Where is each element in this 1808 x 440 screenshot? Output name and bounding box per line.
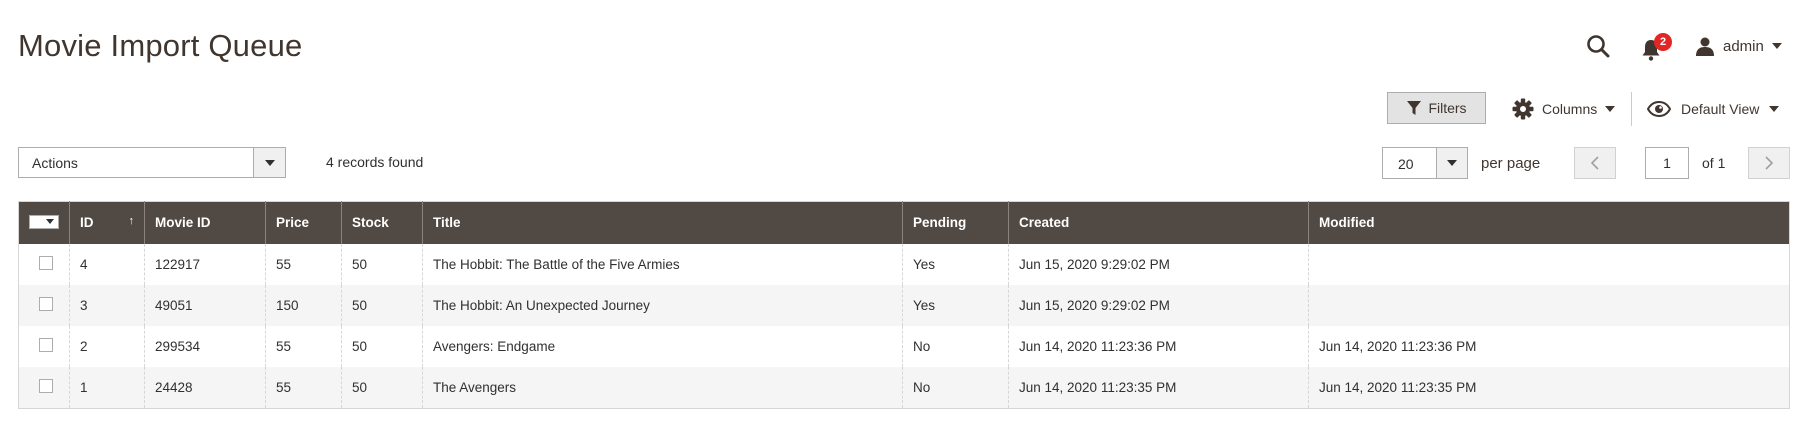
table-row: 2 299534 55 50 Avengers: Endgame No Jun …	[19, 325, 1790, 367]
cell-created: Jun 15, 2020 9:29:02 PM	[1008, 284, 1309, 326]
page-title: Movie Import Queue	[18, 28, 303, 63]
cell-pending: Yes	[902, 284, 1009, 326]
chevron-down-icon	[264, 159, 275, 166]
cell-pending: No	[902, 325, 1009, 367]
current-page-input[interactable]: 1	[1645, 147, 1689, 179]
columns-label: Columns	[1542, 101, 1598, 117]
toolbar-divider	[1631, 92, 1632, 126]
search-icon[interactable]	[1585, 33, 1613, 61]
cell-id: 2	[69, 325, 145, 367]
row-checkbox[interactable]	[39, 378, 53, 393]
mass-select-header[interactable]	[18, 201, 70, 244]
row-select-cell	[18, 366, 70, 408]
sort-ascending-icon: ↑	[128, 215, 135, 227]
chevron-down-icon	[46, 219, 54, 225]
cell-stock: 50	[341, 325, 423, 367]
cell-modified: Jun 14, 2020 11:23:36 PM	[1308, 325, 1790, 367]
cell-created: Jun 15, 2020 9:29:02 PM	[1008, 243, 1309, 285]
grid-header-row: ID ↑ Movie ID Price Stock Title Pending C…	[18, 201, 1790, 244]
chevron-down-icon	[1769, 106, 1780, 112]
data-grid: ID ↑ Movie ID Price Stock Title Pending C…	[18, 201, 1790, 409]
user-icon	[1696, 37, 1714, 56]
actions-select[interactable]: Actions	[18, 147, 286, 178]
cell-id: 3	[69, 284, 145, 326]
actions-select-toggle[interactable]	[253, 148, 285, 177]
table-row: 1 24428 55 50 The Avengers No Jun 14, 20…	[18, 366, 1790, 408]
cell-id: 1	[69, 366, 145, 408]
columns-dropdown[interactable]: Columns	[1512, 95, 1616, 123]
row-checkbox[interactable]	[39, 337, 53, 352]
cell-price: 55	[265, 366, 342, 408]
total-pages-label: of 1	[1702, 155, 1726, 171]
user-menu[interactable]: admin	[1695, 32, 1782, 60]
eye-icon	[1647, 101, 1671, 117]
column-header-modified[interactable]: Modified	[1308, 201, 1790, 244]
row-select-cell	[19, 244, 70, 285]
filter-icon	[1407, 101, 1422, 115]
row-checkbox[interactable]	[39, 296, 53, 311]
column-header-created[interactable]: Created	[1008, 201, 1309, 244]
cell-movie-id: 49051	[144, 284, 266, 326]
column-header-stock[interactable]: Stock	[341, 201, 423, 244]
chevron-left-icon	[1590, 156, 1599, 170]
view-label: Default View	[1681, 101, 1760, 117]
column-header-id[interactable]: ID ↑	[69, 201, 145, 244]
cell-id: 4	[69, 243, 145, 285]
cell-price: 55	[265, 325, 342, 367]
per-page-toggle[interactable]	[1436, 148, 1467, 178]
view-dropdown[interactable]: Default View	[1647, 95, 1780, 123]
chevron-right-icon	[1765, 156, 1774, 170]
per-page-select[interactable]: 20	[1382, 147, 1468, 179]
filters-label: Filters	[1428, 100, 1467, 116]
cell-modified	[1308, 243, 1790, 285]
cell-pending: Yes	[902, 243, 1009, 285]
next-page-button[interactable]	[1748, 147, 1790, 179]
column-header-price[interactable]: Price	[265, 201, 342, 244]
per-page-value: 20	[1398, 156, 1414, 172]
cell-movie-id: 122917	[144, 243, 266, 285]
per-page-label: per page	[1481, 155, 1541, 172]
notifications-button[interactable]: 2	[1640, 33, 1676, 63]
column-header-movie-id[interactable]: Movie ID	[144, 201, 266, 244]
cell-price: 150	[265, 284, 342, 326]
cell-price: 55	[265, 243, 342, 285]
cell-pending: No	[902, 366, 1009, 408]
records-found: 4 records found	[326, 154, 424, 170]
cell-modified	[1308, 284, 1790, 326]
notification-count-badge: 2	[1654, 33, 1672, 51]
cell-created: Jun 14, 2020 11:23:35 PM	[1008, 366, 1309, 408]
cell-movie-id: 24428	[144, 366, 266, 408]
cell-title: The Hobbit: The Battle of the Five Armie…	[422, 243, 903, 285]
cell-movie-id: 299534	[144, 325, 266, 367]
cell-stock: 50	[341, 243, 423, 285]
column-header-title[interactable]: Title	[422, 201, 903, 244]
chevron-down-icon	[1605, 106, 1616, 112]
chevron-down-icon	[1771, 43, 1782, 49]
column-header-pending[interactable]: Pending	[902, 201, 1009, 244]
row-checkbox[interactable]	[39, 255, 53, 270]
cell-title: Avengers: Endgame	[422, 325, 903, 367]
table-row: 3 49051 150 50 The Hobbit: An Unexpected…	[18, 284, 1790, 326]
table-row: 4 122917 55 50 The Hobbit: The Battle of…	[19, 243, 1790, 285]
cell-title: The Avengers	[422, 366, 903, 408]
cell-stock: 50	[341, 366, 423, 408]
gear-icon	[1512, 98, 1534, 120]
cell-created: Jun 14, 2020 11:23:36 PM	[1008, 325, 1309, 367]
chevron-down-icon	[1447, 160, 1457, 166]
user-name: admin	[1723, 37, 1764, 55]
cell-title: The Hobbit: An Unexpected Journey	[422, 284, 903, 326]
cell-modified: Jun 14, 2020 11:23:35 PM	[1308, 366, 1790, 408]
previous-page-button[interactable]	[1574, 147, 1616, 179]
cell-stock: 50	[341, 284, 423, 326]
filters-button[interactable]: Filters	[1387, 92, 1486, 124]
actions-select-label: Actions	[32, 155, 78, 171]
mass-select-checkbox[interactable]	[29, 214, 59, 229]
row-select-cell	[19, 326, 70, 367]
row-select-cell	[18, 284, 70, 326]
